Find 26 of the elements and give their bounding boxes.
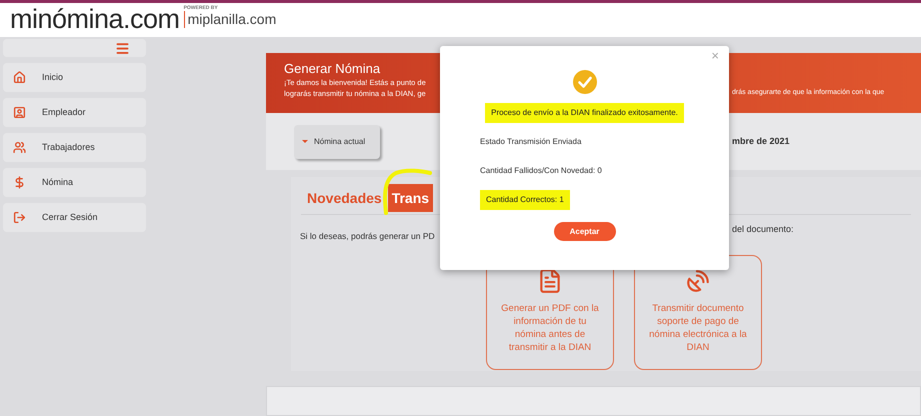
partner-logo-text: miplanilla.com [184,10,276,28]
dialog-text: Cantidad Fallidos/Con Novedad: 0 [480,164,602,176]
menu-icon[interactable] [115,40,130,56]
dialog-text: Estado Transmisión Enviada [480,136,582,148]
period-dropdown-button[interactable]: Nómina actual [294,124,380,158]
period-date-text: mbre de 2021 [732,134,790,148]
dialog-text: Cantidad Correctos: 1 [480,190,570,210]
id-badge-icon [13,106,26,119]
intro-text: del documento: [732,223,794,236]
sidebar-item[interactable]: Cerrar Sesión [3,203,146,232]
sidebar-item[interactable]: Trabajadores [3,133,146,162]
home-icon [13,71,26,84]
dialog-text: Proceso de envío a la DIAN finalizado exitosamente. [485,102,684,122]
tab[interactable]: Trans [388,184,434,212]
logo-text[interactable]: minómina.com [10,6,180,34]
banner-title: Generar Nómina [284,61,382,78]
logout-icon [13,211,26,224]
satellite-dish-icon [685,268,711,294]
dollar-icon [13,176,26,189]
sidebar-item[interactable]: Empleador [3,98,146,127]
caret-icon [302,140,308,143]
intro-text: Si lo deseas, podrás generar un PD [300,231,435,241]
check-circle-icon [572,70,596,94]
users-icon [13,141,26,154]
sidebar-item[interactable]: Nómina [3,168,146,197]
sidebar-item[interactable]: Inicio [3,63,146,92]
